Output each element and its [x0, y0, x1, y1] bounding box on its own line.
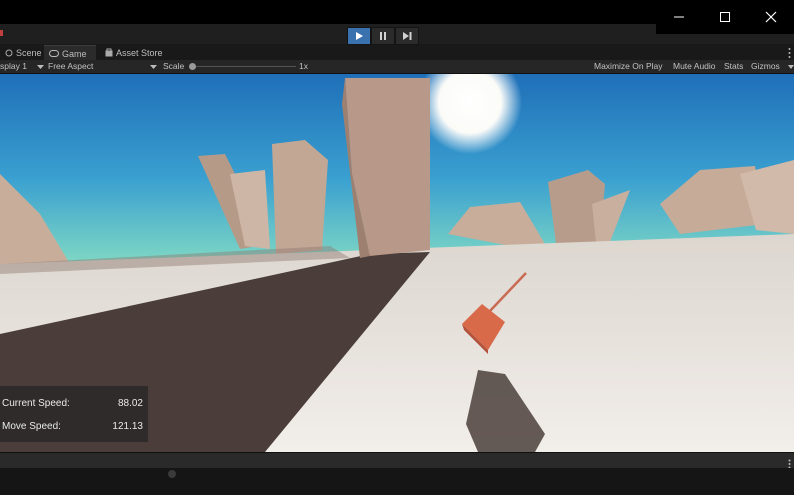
- display-dropdown[interactable]: splay 1: [0, 60, 27, 73]
- tab-scene-label: Scene: [16, 47, 42, 58]
- current-speed-value: 88.02: [117, 398, 143, 409]
- play-controls: [347, 27, 419, 45]
- tab-asset-store[interactable]: Asset Store: [100, 45, 170, 60]
- step-icon: [402, 32, 411, 40]
- play-button[interactable]: [347, 27, 371, 45]
- tab-game-label: Game: [62, 48, 87, 59]
- scale-slider-track[interactable]: [192, 66, 296, 67]
- tab-asset-store-label: Asset Store: [116, 47, 163, 58]
- stats-toggle[interactable]: Stats: [724, 60, 743, 73]
- minimize-button[interactable]: [656, 0, 702, 34]
- move-speed-label: Move Speed:: [2, 421, 61, 432]
- maximize-button[interactable]: [702, 0, 748, 34]
- toolbar-filler: [656, 34, 794, 44]
- aspect-dropdown[interactable]: Free Aspect: [48, 60, 93, 73]
- step-button[interactable]: [395, 27, 419, 45]
- bag-icon: [105, 48, 113, 57]
- pause-icon: [380, 32, 386, 40]
- unity-logo-mark: [0, 30, 3, 36]
- scale-label: Scale: [163, 61, 185, 71]
- game-view-bar: splay 1 Free Aspect Scale 1x Maximize On…: [0, 60, 794, 74]
- mute-audio-toggle[interactable]: Mute Audio: [673, 60, 716, 73]
- dropdown-arrow-icon: [37, 60, 44, 73]
- play-icon: [356, 32, 363, 40]
- tab-scene[interactable]: Scene: [0, 45, 44, 60]
- tab-game[interactable]: Game: [44, 45, 96, 61]
- scale-slider-thumb[interactable]: [189, 63, 196, 70]
- move-speed-value: 121.13: [112, 421, 143, 432]
- close-icon: [765, 11, 777, 23]
- maximize-on-play-toggle[interactable]: Maximize On Play: [594, 60, 663, 73]
- current-speed-label: Current Speed:: [2, 398, 70, 409]
- view-tabs: Scene Game Asset Store: [0, 45, 794, 61]
- wall-block-tall: [272, 140, 328, 254]
- editor-toolbar: [0, 24, 656, 44]
- move-speed-row: Move Speed: 121.13: [2, 421, 145, 435]
- scale-value: 1x: [299, 61, 308, 71]
- status-indicator-icon: [168, 470, 176, 478]
- dropdown-arrow-icon[interactable]: [788, 60, 794, 73]
- dropdown-arrow-icon: [150, 60, 157, 73]
- speed-hud: Current Speed: 88.02 Move Speed: 121.13: [0, 386, 148, 442]
- bottom-panel-bar: [0, 452, 794, 469]
- close-button[interactable]: [748, 0, 794, 34]
- gamepad-icon: [49, 50, 59, 57]
- pause-button[interactable]: [371, 27, 395, 45]
- maximize-icon: [720, 12, 730, 22]
- minimize-icon: [674, 16, 684, 18]
- current-speed-row: Current Speed: 88.02: [2, 398, 145, 412]
- status-bar: [0, 468, 794, 495]
- scene-icon: [5, 49, 13, 57]
- gizmos-toggle[interactable]: Gizmos: [751, 60, 780, 73]
